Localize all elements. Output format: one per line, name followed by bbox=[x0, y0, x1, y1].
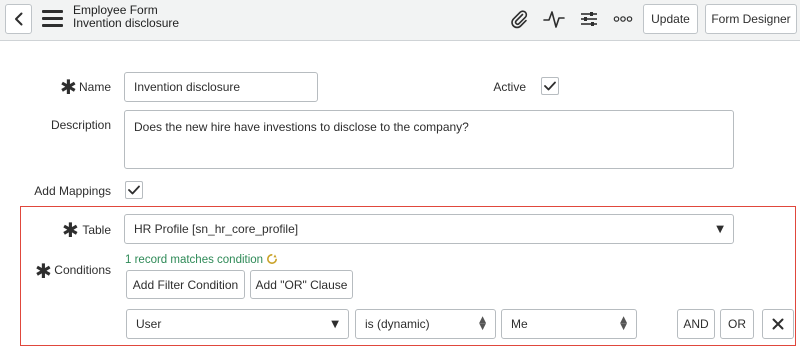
paperclip-icon[interactable] bbox=[508, 8, 530, 30]
checkmark-icon bbox=[128, 185, 140, 195]
required-indicator-icon: ✱ bbox=[62, 218, 79, 242]
form-header: Employee Form Invention disclosure Updat… bbox=[0, 0, 800, 41]
description-label: Description bbox=[50, 118, 111, 132]
active-checkbox[interactable] bbox=[541, 77, 559, 95]
table-select[interactable]: HR Profile [sn_hr_core_profile] ▼ bbox=[124, 214, 734, 244]
add-filter-condition-button[interactable]: Add Filter Condition bbox=[126, 270, 245, 299]
and-button[interactable]: AND bbox=[677, 309, 715, 339]
condition-value-value: Me bbox=[511, 317, 528, 331]
active-label: Active bbox=[493, 80, 526, 94]
record-match-count[interactable]: 1 record matches condition bbox=[125, 253, 278, 266]
checkmark-icon bbox=[544, 81, 556, 91]
form-subtitle-text: Invention disclosure bbox=[73, 16, 180, 30]
close-icon bbox=[772, 318, 784, 330]
form-designer-button[interactable]: Form Designer bbox=[705, 4, 797, 34]
updown-chevron-icon: ▲ ▼ bbox=[479, 315, 486, 332]
chevron-left-icon bbox=[14, 12, 22, 26]
condition-operator-select[interactable]: is (dynamic) ▲ ▼ bbox=[355, 309, 496, 339]
name-input[interactable]: Invention disclosure bbox=[124, 72, 318, 102]
or-button[interactable]: OR bbox=[720, 309, 754, 339]
refresh-icon[interactable] bbox=[266, 253, 278, 265]
update-button[interactable]: Update bbox=[643, 4, 698, 34]
add-mappings-label: Add Mappings bbox=[34, 184, 111, 198]
table-label: Table bbox=[82, 223, 111, 237]
activity-icon[interactable] bbox=[543, 8, 565, 30]
condition-value-select[interactable]: Me ▲ ▼ bbox=[501, 309, 637, 339]
condition-field-select[interactable]: User ▼ bbox=[126, 309, 349, 339]
name-label: Name bbox=[78, 80, 111, 94]
required-indicator-icon: ✱ bbox=[60, 75, 77, 99]
form-title: Employee Form Invention disclosure bbox=[73, 4, 179, 30]
table-select-value: HR Profile [sn_hr_core_profile] bbox=[134, 222, 299, 236]
description-textarea[interactable]: Does the new hire have investions to dis… bbox=[124, 110, 734, 169]
remove-condition-button[interactable] bbox=[762, 309, 794, 339]
add-mappings-checkbox[interactable] bbox=[125, 181, 143, 199]
condition-field-value: User bbox=[136, 317, 162, 331]
updown-chevron-icon: ▲ ▼ bbox=[620, 315, 627, 332]
required-indicator-icon: ✱ bbox=[35, 259, 52, 283]
context-menu-icon[interactable] bbox=[42, 10, 63, 28]
caret-down-icon: ▼ bbox=[716, 223, 724, 235]
condition-operator-value: is (dynamic) bbox=[365, 317, 430, 331]
record-match-text: 1 record matches condition bbox=[125, 254, 264, 266]
back-button[interactable] bbox=[5, 4, 32, 34]
more-options-icon[interactable] bbox=[612, 8, 634, 30]
settings-sliders-icon[interactable] bbox=[578, 8, 600, 30]
add-or-clause-button[interactable]: Add "OR" Clause bbox=[250, 270, 353, 299]
conditions-label: Conditions bbox=[54, 263, 111, 277]
caret-down-icon: ▼ bbox=[331, 318, 339, 330]
